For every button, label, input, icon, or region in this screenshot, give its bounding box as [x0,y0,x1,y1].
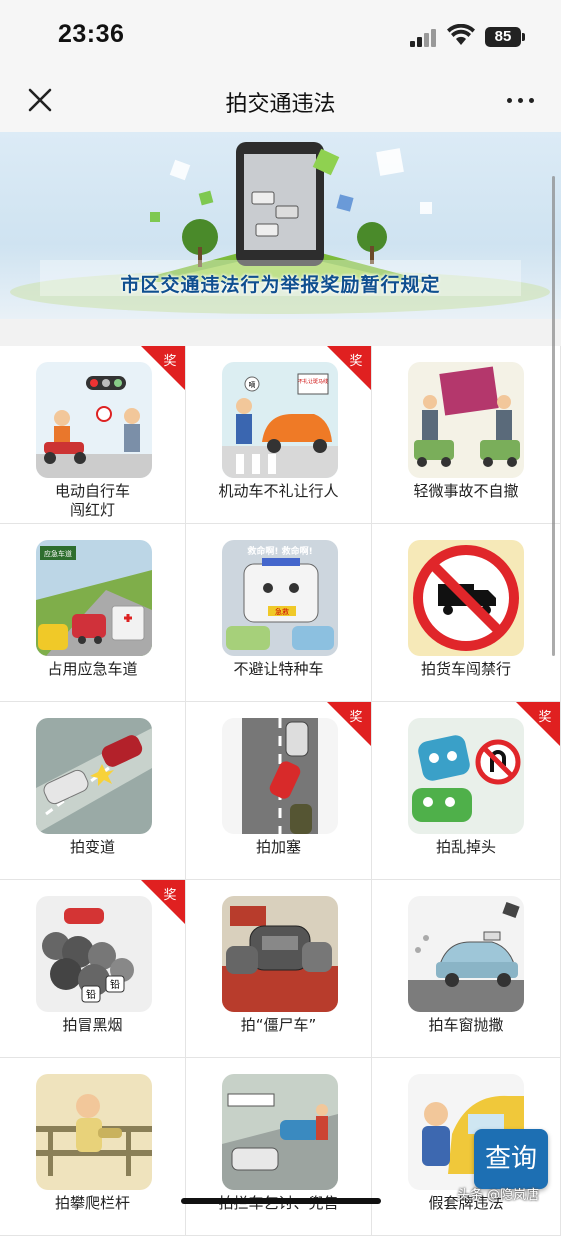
grid-item-label: 机动车不礼让行人 [218,482,339,500]
grid-item-cut-in[interactable]: 拍加塞 奖 [186,702,372,880]
ambulance-text: 急救 [275,607,289,616]
status-time: 23:36 [58,20,125,48]
grid-item-window-littering[interactable]: 拍车窗抛撒 [372,880,561,1058]
grid-item-climbing-railing[interactable]: 拍攀爬栏杆 [0,1058,186,1236]
grid-item-label: 拍变道 [69,838,115,856]
watermark: 头条 @隐岚唐 [457,1188,540,1203]
grid-item-label: 电动自行车 闯红灯 [54,482,130,519]
grid-item-label: 轻微事故不自撤 [413,482,519,500]
home-indicator[interactable] [181,1198,381,1204]
special-vehicle-image: 救命啊! 救命啊! 急救 [222,540,338,656]
nav-bar: 拍交通违法 [0,72,561,132]
shout-text: 救命啊! 救命啊! [247,545,312,557]
more-options-icon[interactable] [505,90,537,110]
grid-item-label: 占用应急车道 [47,660,138,678]
page-title: 拍交通违法 [225,92,336,117]
grid-item-not-yielding[interactable]: 不礼让斑马线 嘀 机动车不礼让行人 奖 [186,346,372,524]
window-littering-image [408,896,524,1012]
bubble-text: 嘀 [249,380,256,389]
grid-item-emergency-lane[interactable]: 应急车道 占用应急车道 [0,524,186,702]
grid-item-illegal-u-turn[interactable]: 拍乱掉头 奖 [372,702,561,880]
emergency-lane-image: 应急车道 [36,540,152,656]
reward-badge: 奖 [141,880,185,924]
grid-item-label: 拍“僵尸车” [240,1016,317,1034]
grid-item-ebike-red-light[interactable]: 电动自行车 闯红灯 奖 [0,346,186,524]
wifi-icon [447,23,475,46]
reward-badge-text: 奖 [163,354,176,369]
grid-item-minor-accident[interactable]: 轻微事故不自撤 [372,346,561,524]
grid-item-zombie-car[interactable]: 拍“僵尸车” [186,880,372,1058]
lane-change-image [36,718,152,834]
reward-badge-text: 奖 [538,710,551,725]
climbing-railing-image [36,1074,152,1190]
minor-accident-image [408,362,524,478]
grid-item-special-vehicle[interactable]: 救命啊! 救命啊! 急救 不避让特种车 [186,524,372,702]
grid-item-label: 拍乱掉头 [435,838,496,856]
zombie-car-image [222,896,338,1012]
query-button[interactable]: 查询 [474,1129,548,1189]
truck-ban-image [408,540,524,656]
grid-item-label: 拍加塞 [255,838,301,856]
grid-item-label: 拍车窗抛撒 [428,1016,504,1034]
reward-badge: 奖 [141,346,185,390]
smoke-text: 铅 [110,978,120,991]
grid-item-begging-vending[interactable]: 拍拦车乞讨、兜售 [186,1058,372,1236]
scrollbar[interactable] [552,176,555,656]
grid-item-label: 拍冒黑烟 [62,1016,123,1034]
banner-title: 市区交通违法行为举报奖励暂行规定 [120,274,441,296]
violation-grid: 电动自行车 闯红灯 奖 不礼让斑马线 嘀 机动车不礼让行人 奖 轻微事故不自撤 应… [0,346,561,1236]
reward-badge-text: 奖 [349,710,362,725]
grid-item-label: 拍货车闯禁行 [420,660,511,678]
illegal-u-turn-image [408,718,524,834]
reward-badge: 奖 [327,702,371,746]
begging-vending-image [222,1074,338,1190]
cellular-signal-icon [410,27,438,47]
battery-indicator: 85 [485,27,525,47]
emergency-sign-text: 应急车道 [44,549,72,558]
smoke-text: 铅 [86,988,96,1001]
cut-in-image [222,718,338,834]
reward-badge: 奖 [516,702,560,746]
reward-badge: 奖 [327,346,371,390]
ebike-red-light-image [36,362,152,478]
grid-item-lane-change[interactable]: 拍变道 [0,702,186,880]
grid-item-label: 拍攀爬栏杆 [54,1194,130,1212]
grid-item-truck-ban[interactable]: 拍货车闯禁行 [372,524,561,702]
reward-badge-text: 奖 [163,888,176,903]
black-smoke-image: 铅铅 [36,896,152,1012]
reward-badge-text: 奖 [349,354,362,369]
not-yielding-image: 不礼让斑马线 嘀 [222,362,338,478]
grid-item-label: 不避让特种车 [233,660,324,678]
banner: 市区交通违法行为举报奖励暂行规定 [0,132,561,319]
grid-item-black-smoke[interactable]: 铅铅 拍冒黑烟 奖 [0,880,186,1058]
sign-text: 不礼让斑马线 [298,378,328,385]
status-bar: 23:36 85 [0,0,561,72]
